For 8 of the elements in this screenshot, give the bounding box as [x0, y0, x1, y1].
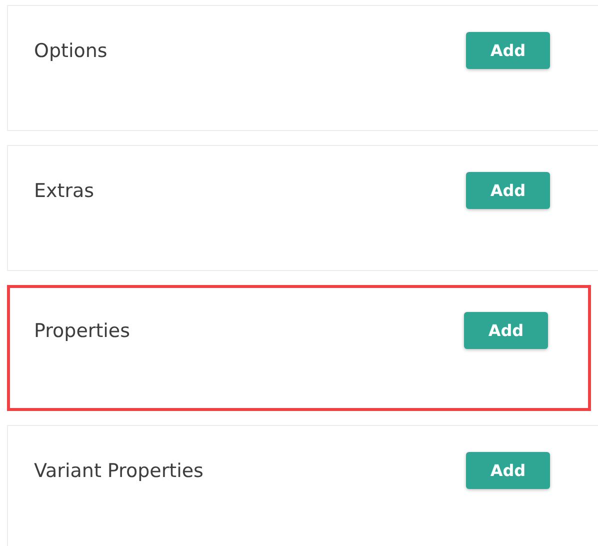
section-title: Options [34, 40, 108, 62]
section-title: Variant Properties [34, 460, 204, 482]
add-button[interactable]: Add [466, 172, 550, 209]
section-title: Extras [34, 180, 94, 202]
add-button[interactable]: Add [466, 32, 550, 69]
add-button[interactable]: Add [466, 452, 550, 489]
add-button[interactable]: Add [464, 312, 548, 349]
section-title: Properties [34, 320, 130, 342]
